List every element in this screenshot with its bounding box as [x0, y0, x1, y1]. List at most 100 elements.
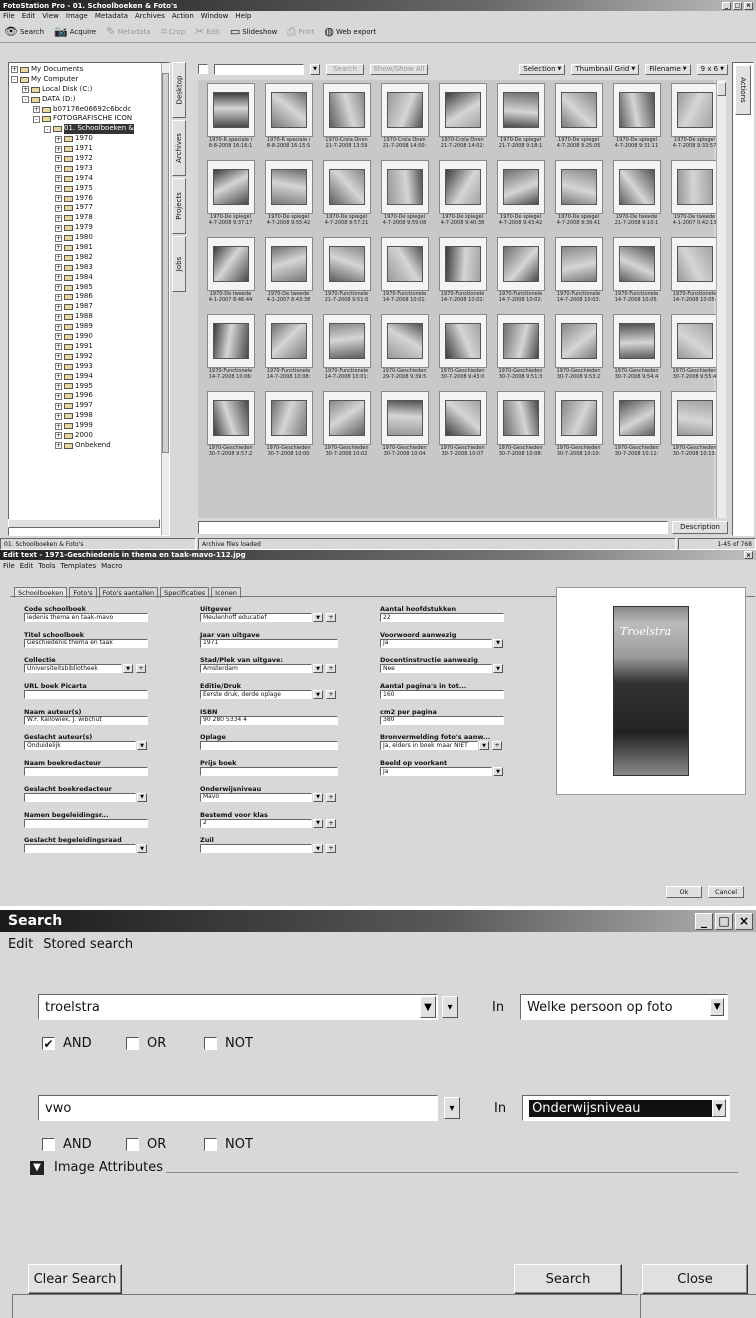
toolbar-crop-button[interactable]: ⌗ Crop — [160, 25, 185, 39]
tree-item[interactable]: +1980 — [11, 233, 169, 243]
tree-item[interactable]: +1984 — [11, 273, 169, 283]
field-input[interactable] — [200, 844, 312, 854]
chevron-down-icon[interactable]: ▼ — [123, 664, 133, 674]
ok-button[interactable]: Ok — [666, 886, 702, 898]
menu-item[interactable]: Tools — [38, 562, 55, 570]
add-value-button[interactable]: + — [326, 844, 336, 854]
tree-item[interactable]: +1995 — [11, 382, 169, 392]
close-button[interactable]: × — [744, 1, 753, 10]
tree-item[interactable]: +1971 — [11, 144, 169, 154]
thumbnail[interactable]: 1970-Functionele 14-7-2008 10:02: — [492, 237, 549, 313]
thumbnail[interactable]: 1970-De spiegel 4-7-2008 9:31:11 — [608, 83, 665, 159]
thumbnail[interactable]: 1970-Geschieden 30-7-2008 9:51:3 — [492, 314, 549, 390]
menu-item[interactable]: Templates — [61, 562, 97, 570]
tree-item[interactable]: +1982 — [11, 253, 169, 263]
chevron-down-icon[interactable]: ▼ — [710, 998, 725, 1016]
tree-item[interactable]: +1997 — [11, 401, 169, 411]
field-input[interactable] — [24, 792, 136, 802]
thumbnail[interactable]: 1970-Functionele 14-7-2008 10:01: — [318, 314, 375, 390]
thumbnail[interactable]: 1970-Geschieden 30-7-2008 10:13: — [666, 391, 723, 467]
menu-item[interactable]: Edit — [22, 12, 36, 20]
maximize-button[interactable]: □ — [715, 912, 733, 930]
toolbar-print-button[interactable]: ⎙ Print — [287, 25, 314, 39]
expand-icon[interactable]: + — [22, 86, 29, 94]
chevron-down-icon[interactable]: ▼ — [493, 664, 503, 674]
tree-item[interactable]: +1970 — [11, 134, 169, 144]
expand-icon[interactable]: + — [55, 382, 62, 390]
chevron-down-icon[interactable]: ▼ — [137, 741, 147, 751]
thumbnail[interactable]: 1970-Crola Onen 21-7-2008 14:02: — [434, 83, 491, 159]
chevron-down-icon[interactable]: ▼ — [137, 792, 147, 802]
cancel-button[interactable]: Cancel — [708, 886, 744, 898]
expand-icon[interactable]: + — [55, 284, 62, 292]
expand-icon[interactable]: + — [55, 155, 62, 163]
chevron-down-icon[interactable]: ▼ — [137, 844, 147, 854]
expand-icon[interactable]: + — [55, 432, 62, 440]
field-input[interactable]: Amsterdam — [200, 664, 312, 674]
tree-item[interactable]: +1998 — [11, 411, 169, 421]
tree-item[interactable]: +1975 — [11, 184, 169, 194]
expand-icon[interactable]: + — [55, 264, 62, 272]
menu-item[interactable]: Stored search — [43, 937, 133, 952]
field-input[interactable]: 380 — [380, 715, 504, 725]
menu-item[interactable]: Archives — [135, 12, 165, 20]
thumbnail[interactable]: 1970-De spiegel 4-7-2008 9:59:08 — [376, 160, 433, 236]
field-input[interactable] — [24, 844, 136, 854]
select-all-checkbox[interactable] — [198, 64, 208, 74]
thumbnail[interactable]: 1970-Geschieden 30-7-2008 9:53:2 — [550, 314, 607, 390]
menu-item[interactable]: File — [3, 12, 15, 20]
expand-icon[interactable]: + — [55, 274, 62, 282]
tree-item[interactable]: +1988 — [11, 312, 169, 322]
thumbnail[interactable]: 1970-R speciale i 8-8-2008 16:15:5 — [260, 83, 317, 159]
operator-or-checkbox[interactable]: OR — [126, 1137, 166, 1152]
tree-item[interactable]: - 01. Schoolboeken & — [11, 124, 169, 135]
thumbnail[interactable]: 1970-Geschieden 30-7-2008 9:55:4 — [666, 314, 723, 390]
field-select-2[interactable]: Onderwijsniveau ▼ — [522, 1095, 731, 1121]
thumbnail[interactable]: 1970-De spiegel 4-7-2008 9:40:38 — [434, 160, 491, 236]
tree-item[interactable]: +1978 — [11, 213, 169, 223]
chevron-down-icon[interactable]: ▼ — [313, 844, 323, 854]
expand-icon[interactable]: + — [55, 422, 62, 430]
thumbnail[interactable]: 1970-De tweede 4-1-2007 0:42:13 — [666, 160, 723, 236]
menu-item[interactable]: Image — [66, 12, 88, 20]
expand-icon[interactable]: + — [55, 442, 62, 450]
expand-icon[interactable]: + — [55, 402, 62, 410]
image-attributes-toggle[interactable]: ▼ Image Attributes — [30, 1160, 163, 1175]
tree-item[interactable]: + My Documents — [11, 65, 169, 75]
thumbnail[interactable]: 1970-Functionele 14-7-2008 10:02: — [434, 237, 491, 313]
thumbnail[interactable]: 1970-Functionele 14-7-2008 10:01: — [376, 237, 433, 313]
search-button[interactable]: Search — [514, 1264, 622, 1294]
chevron-down-icon[interactable]: ▼ — [493, 638, 503, 648]
thumbnail[interactable]: 1970-Geschieden 30-7-2008 9:54:4 — [608, 314, 665, 390]
description-input[interactable] — [198, 521, 668, 534]
expand-icon[interactable]: + — [11, 66, 18, 74]
menu-item[interactable]: Help — [235, 12, 251, 20]
toolbar-acquire-button[interactable]: 📷 Acquire — [54, 25, 96, 38]
tree-item[interactable]: +1994 — [11, 372, 169, 382]
field-input[interactable] — [24, 690, 148, 700]
chevron-down-icon[interactable]: ▼ — [712, 1099, 727, 1117]
minimize-button[interactable]: _ — [695, 912, 713, 930]
side-tab-projects[interactable]: Projects — [172, 178, 186, 234]
field-input[interactable]: 160 — [380, 690, 504, 700]
thumbnail-scrollbar[interactable] — [716, 80, 726, 518]
toolbar-search-button[interactable]: 👁 Search — [4, 25, 44, 38]
expand-icon[interactable]: + — [55, 343, 62, 351]
menu-item[interactable]: Edit — [8, 937, 33, 952]
view-control[interactable]: Filename ▼ — [645, 63, 691, 75]
thumbnail[interactable]: 1970-R speciale i 8-8-2008 16:16:1 — [202, 83, 259, 159]
menu-item[interactable]: Edit — [20, 562, 34, 570]
add-value-button[interactable]: + — [326, 664, 336, 674]
checkbox-box[interactable] — [204, 1037, 217, 1050]
toolbar-metadata-button[interactable]: ✎ Metadata — [106, 25, 150, 38]
tree-item[interactable]: +1999 — [11, 421, 169, 431]
tree-item[interactable]: +1976 — [11, 194, 169, 204]
field-input[interactable]: iedenis thema en taak-mavo — [24, 613, 148, 622]
add-value-button[interactable]: + — [492, 741, 502, 751]
expand-icon[interactable]: + — [55, 373, 62, 381]
thumbnail[interactable]: 1970-Crola Onen 21-7-2008 14:00: — [376, 83, 433, 159]
search-term-input-2[interactable]: vwo — [38, 1095, 438, 1121]
thumbnail[interactable]: 1970-Geschieden 30-7-2008 10:10: — [550, 391, 607, 467]
expand-icon[interactable]: + — [33, 106, 40, 113]
thumbnail[interactable]: 1970-Geschieden 30-7-2008 10:02 — [318, 391, 375, 467]
